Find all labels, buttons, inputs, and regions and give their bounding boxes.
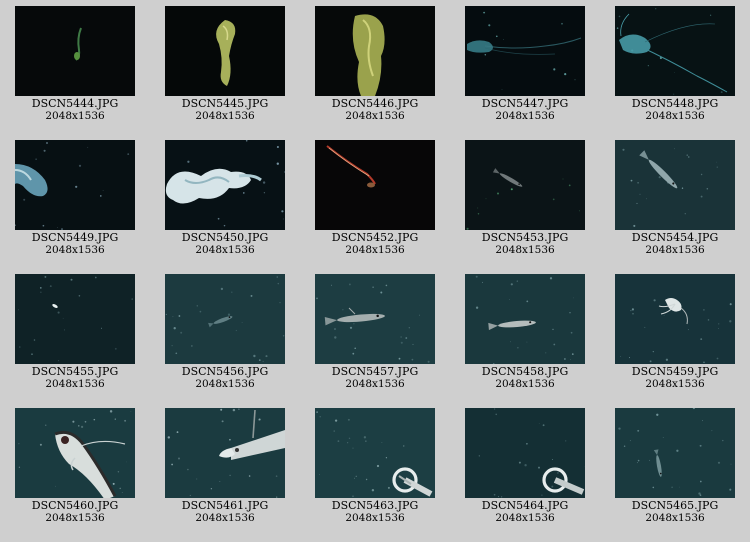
thumbnail-item[interactable]: DSCN5464.JPG 2048x1536 <box>450 408 600 525</box>
thumbnail-image[interactable] <box>15 408 135 498</box>
thumbnail-dimensions: 2048x1536 <box>345 378 405 390</box>
thumbnail-item[interactable]: DSCN5460.JPG 2048x1536 <box>0 408 150 525</box>
thumbnail-item[interactable]: DSCN5449.JPG 2048x1536 <box>0 140 150 257</box>
thumbnail-item[interactable]: DSCN5453.JPG 2048x1536 <box>450 140 600 257</box>
thumbnail-dimensions: 2048x1536 <box>345 244 405 256</box>
thumbnail-filename[interactable]: DSCN5463.JPG <box>300 499 450 512</box>
thumbnail-dimensions: 2048x1536 <box>195 110 255 122</box>
thumbnail-image[interactable] <box>165 274 285 364</box>
thumbnail-item[interactable]: DSCN5457.JPG 2048x1536 <box>300 274 450 391</box>
thumbnail-image[interactable] <box>15 274 135 364</box>
thumbnail-dimensions: 2048x1536 <box>645 110 705 122</box>
thumbnail-image[interactable] <box>465 274 585 364</box>
thumbnail-dimensions: 2048x1536 <box>45 512 105 524</box>
thumbnail-image[interactable] <box>315 274 435 364</box>
thumbnail-filename[interactable]: DSCN5461.JPG <box>150 499 300 512</box>
thumbnail-filename[interactable]: DSCN5447.JPG <box>450 97 600 110</box>
thumbnail-filename[interactable]: DSCN5465.JPG <box>600 499 750 512</box>
thumbnail-item[interactable]: DSCN5461.JPG 2048x1536 <box>150 408 300 525</box>
thumbnail-item[interactable]: DSCN5454.JPG 2048x1536 <box>600 140 750 257</box>
thumbnail-dimensions: 2048x1536 <box>45 244 105 256</box>
thumbnail-item[interactable]: DSCN5459.JPG 2048x1536 <box>600 274 750 391</box>
thumbnail-filename[interactable]: DSCN5459.JPG <box>600 365 750 378</box>
thumbnail-filename[interactable]: DSCN5448.JPG <box>600 97 750 110</box>
thumbnail-item[interactable]: DSCN5445.JPG 2048x1536 <box>150 6 300 123</box>
thumbnail-filename[interactable]: DSCN5452.JPG <box>300 231 450 244</box>
thumbnail-image[interactable] <box>165 408 285 498</box>
thumbnail-image[interactable] <box>315 140 435 230</box>
thumbnail-dimensions: 2048x1536 <box>195 244 255 256</box>
thumbnail-dimensions: 2048x1536 <box>195 512 255 524</box>
thumbnail-filename[interactable]: DSCN5446.JPG <box>300 97 450 110</box>
thumbnail-image[interactable] <box>15 6 135 96</box>
thumbnail-image[interactable] <box>315 6 435 96</box>
thumbnail-item[interactable]: DSCN5444.JPG 2048x1536 <box>0 6 150 123</box>
thumbnail-gallery: DSCN5444.JPG 2048x1536 DSCN5445.JPG 2048x1… <box>0 0 750 542</box>
thumbnail-item[interactable]: DSCN5458.JPG 2048x1536 <box>450 274 600 391</box>
thumbnail-dimensions: 2048x1536 <box>645 378 705 390</box>
thumbnail-image[interactable] <box>615 408 735 498</box>
thumbnail-filename[interactable]: DSCN5445.JPG <box>150 97 300 110</box>
thumbnail-dimensions: 2048x1536 <box>495 110 555 122</box>
thumbnail-filename[interactable]: DSCN5456.JPG <box>150 365 300 378</box>
thumbnail-dimensions: 2048x1536 <box>45 110 105 122</box>
thumbnail-item[interactable]: DSCN5447.JPG 2048x1536 <box>450 6 600 123</box>
thumbnail-item[interactable]: DSCN5446.JPG 2048x1536 <box>300 6 450 123</box>
thumbnail-dimensions: 2048x1536 <box>45 378 105 390</box>
thumbnail-dimensions: 2048x1536 <box>345 110 405 122</box>
thumbnail-image[interactable] <box>615 274 735 364</box>
thumbnail-image[interactable] <box>615 140 735 230</box>
thumbnail-filename[interactable]: DSCN5455.JPG <box>0 365 150 378</box>
thumbnail-dimensions: 2048x1536 <box>495 512 555 524</box>
thumbnail-dimensions: 2048x1536 <box>345 512 405 524</box>
thumbnail-filename[interactable]: DSCN5450.JPG <box>150 231 300 244</box>
thumbnail-image[interactable] <box>465 140 585 230</box>
thumbnail-filename[interactable]: DSCN5464.JPG <box>450 499 600 512</box>
thumbnail-image[interactable] <box>165 6 285 96</box>
thumbnail-filename[interactable]: DSCN5453.JPG <box>450 231 600 244</box>
thumbnail-item[interactable]: DSCN5450.JPG 2048x1536 <box>150 140 300 257</box>
thumbnail-image[interactable] <box>615 6 735 96</box>
thumbnail-item[interactable]: DSCN5452.JPG 2048x1536 <box>300 140 450 257</box>
thumbnail-dimensions: 2048x1536 <box>195 378 255 390</box>
thumbnail-item[interactable]: DSCN5463.JPG 2048x1536 <box>300 408 450 525</box>
thumbnail-image[interactable] <box>15 140 135 230</box>
thumbnail-filename[interactable]: DSCN5454.JPG <box>600 231 750 244</box>
thumbnail-dimensions: 2048x1536 <box>645 244 705 256</box>
thumbnail-filename[interactable]: DSCN5460.JPG <box>0 499 150 512</box>
thumbnail-image[interactable] <box>465 6 585 96</box>
thumbnail-item[interactable]: DSCN5455.JPG 2048x1536 <box>0 274 150 391</box>
thumbnail-image[interactable] <box>315 408 435 498</box>
thumbnail-dimensions: 2048x1536 <box>495 244 555 256</box>
thumbnail-filename[interactable]: DSCN5458.JPG <box>450 365 600 378</box>
thumbnail-filename[interactable]: DSCN5444.JPG <box>0 97 150 110</box>
thumbnail-item[interactable]: DSCN5456.JPG 2048x1536 <box>150 274 300 391</box>
thumbnail-dimensions: 2048x1536 <box>495 378 555 390</box>
thumbnail-filename[interactable]: DSCN5457.JPG <box>300 365 450 378</box>
thumbnail-image[interactable] <box>465 408 585 498</box>
thumbnail-image[interactable] <box>165 140 285 230</box>
thumbnail-item[interactable]: DSCN5465.JPG 2048x1536 <box>600 408 750 525</box>
thumbnail-filename[interactable]: DSCN5449.JPG <box>0 231 150 244</box>
thumbnail-item[interactable]: DSCN5448.JPG 2048x1536 <box>600 6 750 123</box>
thumbnail-dimensions: 2048x1536 <box>645 512 705 524</box>
